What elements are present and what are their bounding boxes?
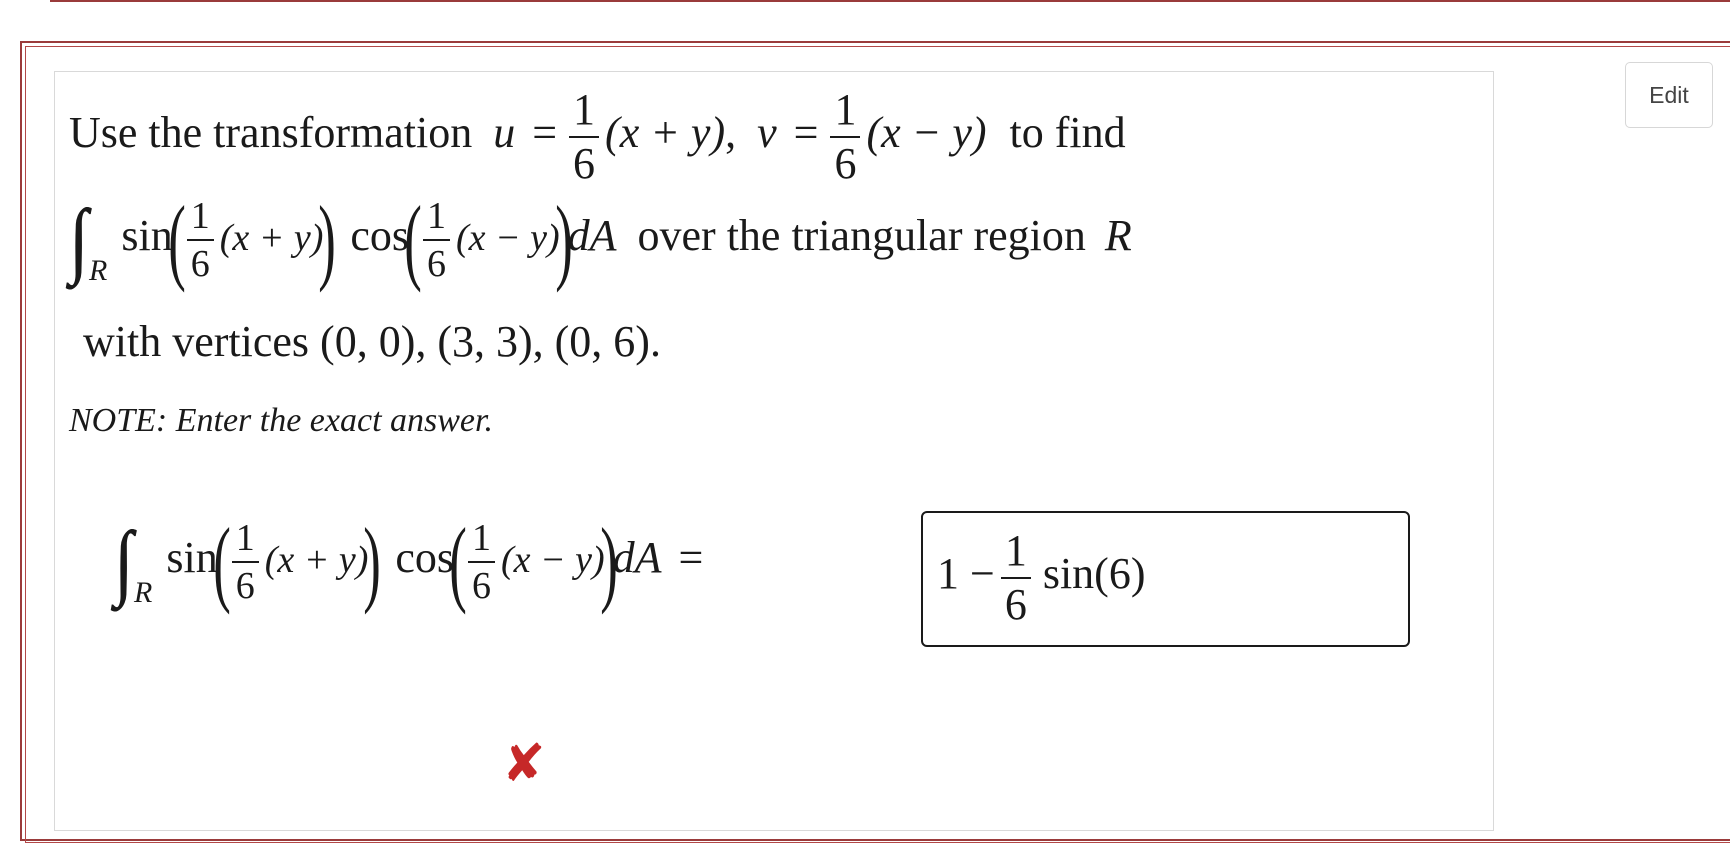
difference-expression: (x − y) (455, 217, 560, 260)
edit-button[interactable]: Edit (1625, 62, 1713, 128)
double-integral-icon: ∫∫ (69, 193, 89, 286)
intro-text: Use the transformation (69, 108, 473, 158)
sum-expression: (x + y) (264, 539, 369, 582)
area-differential: dA (567, 211, 617, 261)
fraction-one-sixth: 16 (467, 519, 495, 605)
answer-prefix: 1 − (937, 549, 995, 599)
incorrect-icon: ✘ (502, 734, 546, 794)
right-paren: ) (554, 186, 573, 293)
sin-function: sin (121, 211, 173, 261)
to-find-text: to find (1009, 108, 1126, 158)
equals-sign: = (532, 108, 558, 158)
question-line-1: Use the transformation u = 1 6 (x + y), v =… (69, 88, 1126, 186)
area-differential: dA (612, 533, 662, 583)
right-paren: ) (363, 508, 382, 615)
double-integral-icon: ∫∫ (114, 515, 134, 608)
region-variable: R (1104, 211, 1132, 261)
question-line-3: with vertices (0, 0), (3, 3), (0, 6). (83, 317, 661, 366)
answer-suffix: sin(6) (1042, 549, 1146, 599)
note-text: NOTE: Enter the exact answer. (69, 402, 493, 439)
cos-function: cos (395, 533, 454, 583)
answer-input[interactable]: 1 −1 6 sin(6) (921, 511, 1410, 647)
left-paren: ( (212, 508, 231, 615)
fraction-one-sixth: 16 (422, 197, 450, 283)
region-text: over the triangular region (637, 211, 1086, 261)
difference-expression: (x − y) (866, 108, 987, 158)
comma: , (725, 108, 737, 158)
left-paren: ( (167, 186, 186, 293)
answer-fraction: 16 (1000, 529, 1031, 627)
right-paren: ) (318, 186, 337, 293)
v-variable: v (757, 108, 777, 158)
sum-expression: (x + y) (605, 108, 726, 158)
equals-sign: = (678, 533, 704, 583)
fraction-one-sixth: 16 (569, 88, 600, 186)
answer-value: 1 −1 6 sin(6) (937, 529, 1145, 627)
left-paren: ( (449, 508, 467, 615)
fraction-one-sixth: 16 (231, 519, 259, 605)
sum-expression: (x + y) (219, 217, 324, 260)
u-variable: u (493, 108, 516, 158)
right-paren: ) (599, 508, 618, 615)
left-paren: ( (404, 186, 422, 293)
cos-function: cos (350, 211, 409, 261)
integral-subscript: R (89, 254, 108, 288)
question-line-2: ∫∫ Rsin(1 6 (x + y)) cos(1 6 (x − y))dA over … (69, 192, 1132, 288)
fraction-one-sixth: 16 (186, 197, 214, 283)
answer-expression: ∫∫ Rsin(1 6 (x + y)) cos(1 6 (x − y))dA = (114, 514, 703, 610)
sin-function: sin (166, 533, 218, 583)
integral-subscript: R (134, 576, 153, 610)
equals-sign: = (793, 108, 819, 158)
difference-expression: (x − y) (500, 539, 605, 582)
top-divider (50, 0, 1730, 2)
fraction-one-sixth: 16 (830, 88, 861, 186)
